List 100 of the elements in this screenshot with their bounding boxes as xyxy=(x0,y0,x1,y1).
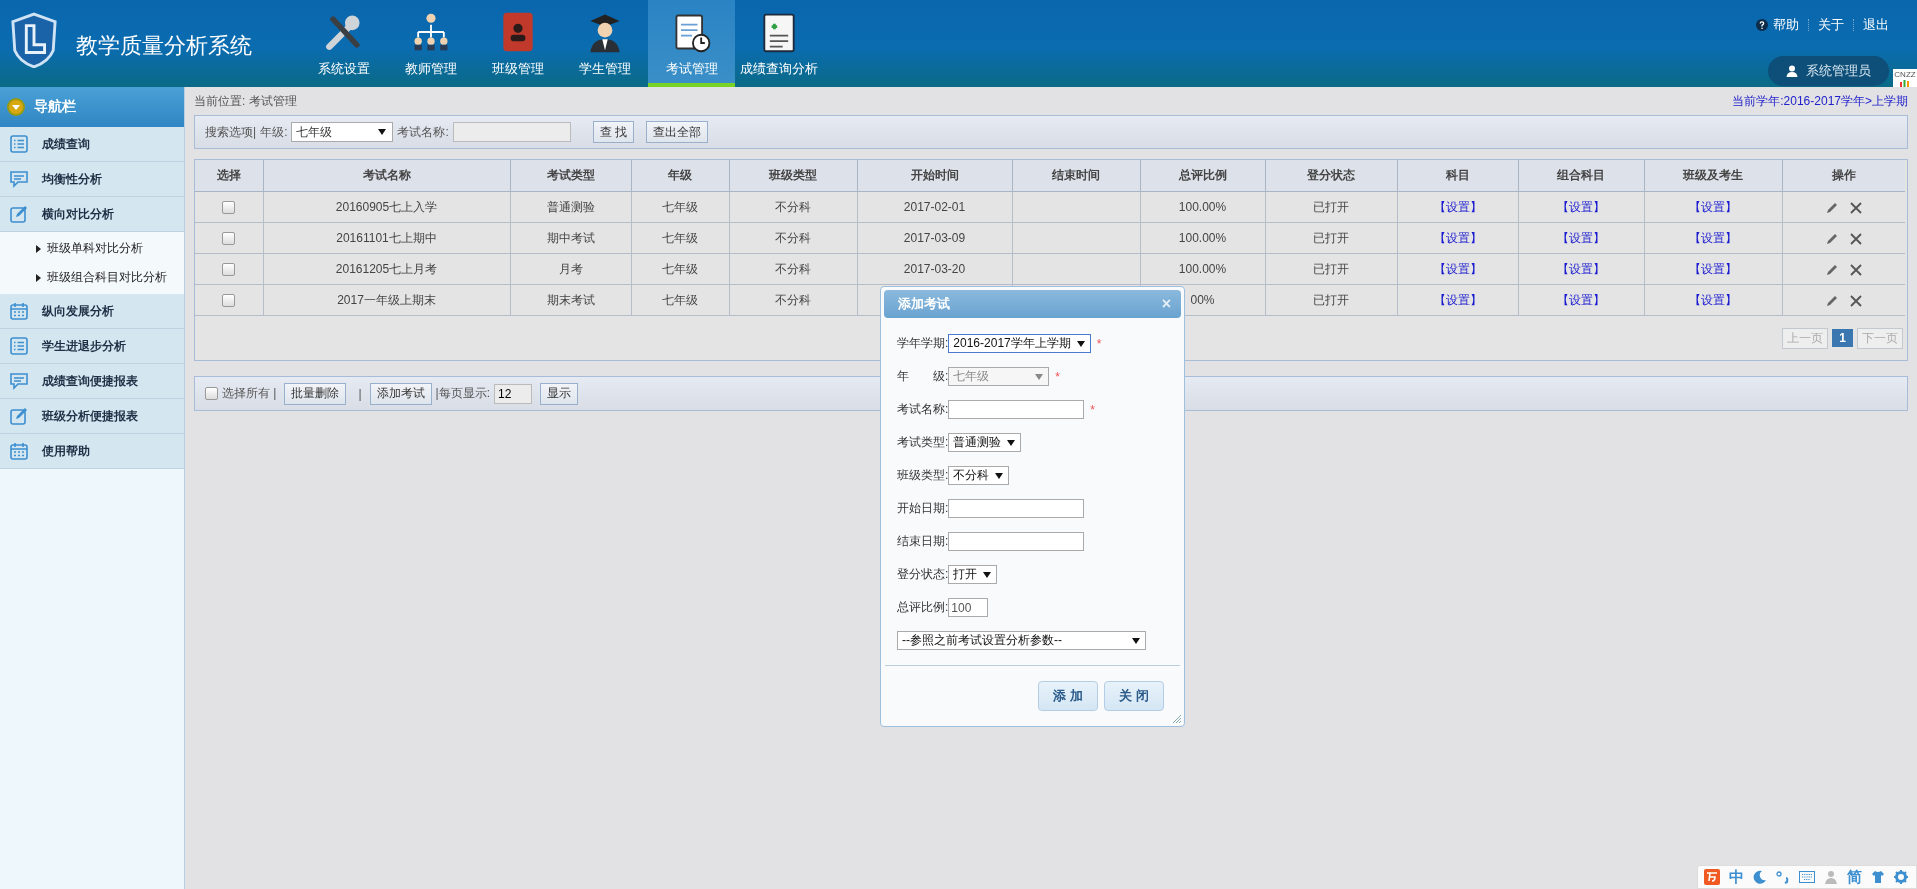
column-header: 科目 xyxy=(1397,160,1518,192)
resize-grip-icon[interactable] xyxy=(1171,713,1181,723)
sidebar-subitem[interactable]: 班级单科对比分析 xyxy=(0,234,184,263)
settings-link[interactable]: 【设置】 xyxy=(1689,230,1737,245)
dropdown-field[interactable]: 2016-2017学年上学期 xyxy=(948,334,1091,353)
settings-link[interactable]: 【设置】 xyxy=(1557,292,1605,307)
pencil-icon[interactable] xyxy=(1825,232,1838,245)
settings-link[interactable]: 【设置】 xyxy=(1433,230,1482,245)
dropdown-field[interactable]: 普通测验 xyxy=(948,433,1022,452)
table-cell: 不分科 xyxy=(729,253,857,285)
close-icon[interactable] xyxy=(1849,232,1862,245)
nav-tab[interactable]: 教师管理 xyxy=(387,0,474,87)
settings-link[interactable]: 【设置】 xyxy=(1557,199,1605,214)
table-cell: 普通测验 xyxy=(510,191,631,223)
table-cell: 20160905七上入学 xyxy=(263,191,510,223)
show-button[interactable]: 显示 xyxy=(540,382,579,405)
table-cell: 不分科 xyxy=(729,284,857,316)
exam-name-field[interactable] xyxy=(452,122,571,142)
settings-link[interactable]: 【设置】 xyxy=(1433,292,1482,307)
sidebar-subitem[interactable]: 班级组合科目对比分析 xyxy=(0,263,184,292)
close-icon[interactable] xyxy=(1849,201,1862,214)
shirt-icon[interactable] xyxy=(1871,870,1885,884)
person-icon[interactable] xyxy=(1824,870,1838,884)
dropdown-field[interactable]: --参照之前考试设置分析参数-- xyxy=(897,631,1146,650)
chat-icon xyxy=(10,170,28,188)
settings-link[interactable]: 【设置】 xyxy=(1433,199,1482,214)
nav-tab[interactable]: 学生管理 xyxy=(561,0,648,87)
keyboard-icon[interactable] xyxy=(1799,871,1815,883)
input-field[interactable] xyxy=(948,499,1085,518)
settings-link[interactable]: 【设置】 xyxy=(1689,292,1737,307)
row-checkbox[interactable] xyxy=(222,294,236,308)
header-link[interactable]: 关于 xyxy=(1818,16,1844,34)
pencil-icon[interactable] xyxy=(1825,294,1838,307)
sidebar-item[interactable]: 使用帮助 xyxy=(0,434,184,469)
settings-link[interactable]: 【设置】 xyxy=(1433,261,1482,276)
term-link[interactable]: 当前学年:2016-2017学年>上学期 xyxy=(1732,92,1908,110)
table-cell: 100.00% xyxy=(1140,253,1265,285)
sidebar-item[interactable]: 纵向发展分析 xyxy=(0,294,184,329)
close-icon[interactable] xyxy=(1849,294,1862,307)
sidebar-item[interactable]: 学生进退步分析 xyxy=(0,329,184,364)
search-button[interactable]: 查出全部 xyxy=(646,121,709,143)
pencil-icon[interactable] xyxy=(1825,263,1838,276)
per-page-field[interactable]: 12 xyxy=(494,383,533,404)
settings-link[interactable]: 【设置】 xyxy=(1557,261,1605,276)
punctuation-icon[interactable] xyxy=(1776,870,1790,884)
table-cell: 100.00% xyxy=(1140,222,1265,254)
column-header: 班级类型 xyxy=(729,160,857,192)
row-checkbox[interactable] xyxy=(222,232,236,246)
row-checkbox[interactable] xyxy=(222,263,236,277)
moon-icon[interactable] xyxy=(1753,870,1767,884)
page-button[interactable]: 1 xyxy=(1832,329,1853,347)
row-checkbox[interactable] xyxy=(222,201,236,215)
field-label: 考试名称: xyxy=(897,401,949,418)
user-button[interactable]: 系统管理员 xyxy=(1768,56,1889,86)
sidebar-item[interactable]: 成绩查询 xyxy=(0,127,184,162)
dialog-button[interactable]: 关 闭 xyxy=(1104,681,1164,711)
header-link[interactable]: 帮助 xyxy=(1773,16,1799,34)
nav-tab[interactable]: 系统设置 xyxy=(300,0,387,87)
search-button[interactable]: 查 找 xyxy=(592,121,635,143)
stats-badge[interactable]: CNZZ xyxy=(1893,69,1917,87)
column-header: 选择 xyxy=(195,160,263,192)
table-cell: 2017一年级上期末 xyxy=(263,284,510,316)
triangle-right-icon xyxy=(36,244,41,253)
close-icon[interactable] xyxy=(1849,263,1862,276)
settings-icon[interactable] xyxy=(1894,870,1908,884)
field-label: 登分状态: xyxy=(897,566,949,583)
column-header: 组合科目 xyxy=(1518,160,1644,192)
table-cell: 期中考试 xyxy=(510,222,631,254)
sidebar-item[interactable]: 均衡性分析 xyxy=(0,162,184,197)
grade-select[interactable]: 七年级 xyxy=(291,122,394,142)
settings-link[interactable]: 【设置】 xyxy=(1557,230,1605,245)
table-cell: 七年级 xyxy=(631,253,729,285)
nav-tab[interactable]: 成绩查询分析 xyxy=(735,0,822,87)
dropdown-field[interactable]: 打开 xyxy=(948,565,998,584)
input-field[interactable] xyxy=(948,400,1085,419)
table-cell: 100.00% xyxy=(1140,191,1265,223)
sidebar-item[interactable]: 成绩查询便捷报表 xyxy=(0,364,184,399)
nav-tab[interactable]: 考试管理 xyxy=(648,0,735,87)
dialog-button[interactable]: 添 加 xyxy=(1038,681,1098,711)
required-mark: * xyxy=(1055,369,1060,384)
dropdown-field[interactable]: 不分科 xyxy=(948,466,1010,485)
input-field[interactable] xyxy=(948,532,1085,551)
table-cell: 已打开 xyxy=(1265,284,1397,316)
app-title: 教学质量分析系统 xyxy=(76,32,252,60)
input-field[interactable]: 100 xyxy=(948,598,989,617)
settings-link[interactable]: 【设置】 xyxy=(1689,261,1737,276)
sidebar-item[interactable]: 横向对比分析 xyxy=(0,197,184,232)
header-link[interactable]: 退出 xyxy=(1863,16,1889,34)
per-page-label: |每页显示: xyxy=(435,385,491,402)
settings-link[interactable]: 【设置】 xyxy=(1689,199,1737,214)
add-exam-button[interactable]: 添加考试 xyxy=(369,382,432,405)
pencil-icon[interactable] xyxy=(1825,201,1838,214)
batch-delete-button[interactable]: 批量删除 xyxy=(284,382,347,405)
ime-logo-icon[interactable] xyxy=(1704,869,1720,885)
select-all-checkbox[interactable] xyxy=(205,387,218,400)
nav-tab[interactable]: 班级管理 xyxy=(474,0,561,87)
caret-down-icon xyxy=(378,129,387,135)
edit-icon xyxy=(10,407,28,425)
field-label: 总评比例: xyxy=(897,599,949,616)
sidebar-item[interactable]: 班级分析便捷报表 xyxy=(0,399,184,434)
